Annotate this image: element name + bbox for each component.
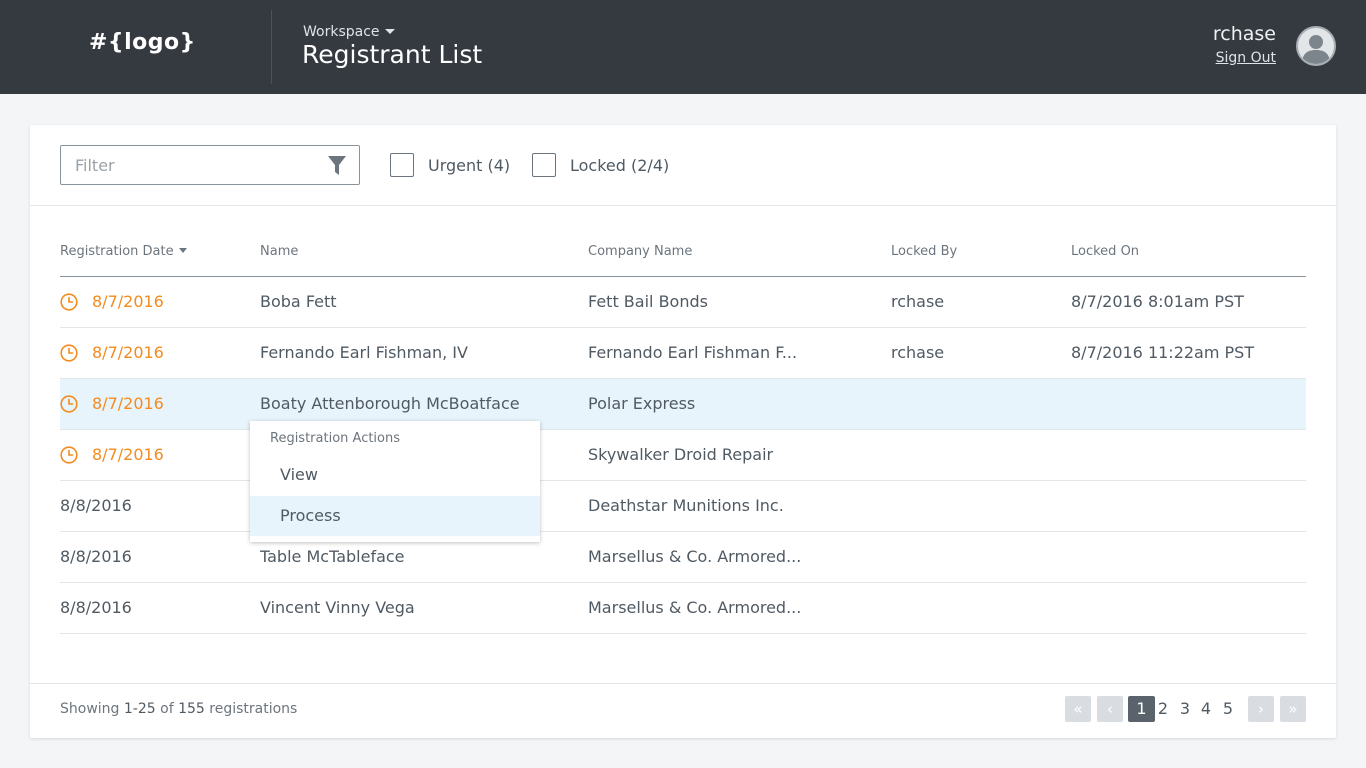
first-page-button[interactable]: « — [1065, 696, 1091, 722]
summary-suffix: registrations — [209, 701, 298, 717]
header-divider — [271, 10, 272, 84]
table-row[interactable]: 8/7/2016 Fernando Earl Fishman, IV Fernand… — [60, 328, 1306, 379]
cell-registration-date: 8/7/2016 — [92, 292, 164, 311]
column-header-locked-by[interactable]: Locked By — [891, 244, 957, 259]
locked-checkbox-label: Locked (2/4) — [570, 155, 670, 175]
cell-company-name: Skywalker Droid Repair — [588, 445, 774, 464]
menu-item-view[interactable]: View — [250, 455, 540, 495]
urgent-clock-icon — [60, 395, 78, 413]
registration-actions-menu: Registration Actions View Process — [250, 421, 540, 542]
column-header-locked-on[interactable]: Locked On — [1071, 244, 1139, 259]
page-title: Registrant List — [302, 40, 483, 69]
summary-total: 155 — [178, 701, 205, 717]
last-page-button[interactable]: » — [1280, 696, 1306, 722]
table-row[interactable]: 8/8/2016 Deathstar Munitions Inc. — [60, 481, 1306, 532]
next-page-button[interactable]: › — [1248, 696, 1274, 722]
cell-company-name: Marsellus & Co. Armored... — [588, 598, 802, 617]
cell-name: Boba Fett — [260, 292, 337, 311]
summary-prefix: Showing — [60, 701, 120, 717]
column-header-registration-date[interactable]: Registration Date — [60, 244, 187, 259]
table-row[interactable]: 8/7/2016 Skywalker Droid Repair — [60, 430, 1306, 481]
user-silhouette-icon — [1302, 35, 1330, 64]
cell-name: Boaty Attenborough McBoatface — [260, 394, 520, 413]
page-2-button[interactable]: 2 — [1154, 696, 1172, 722]
cell-locked-on: 8/7/2016 8:01am PST — [1071, 292, 1244, 311]
workspace-label: Workspace — [303, 24, 380, 40]
cell-company-name: Fernando Earl Fishman F... — [588, 343, 798, 362]
summary-range: 1-25 — [123, 701, 156, 717]
registrant-list-card: Urgent (4) Locked (2/4) Registration Dat… — [30, 125, 1336, 738]
cell-company-name: Marsellus & Co. Armored... — [588, 547, 802, 566]
logo[interactable]: #{logo} — [89, 30, 196, 55]
cell-locked-by: rchase — [891, 343, 945, 362]
page-1-button[interactable]: 1 — [1128, 696, 1155, 722]
funnel-icon[interactable] — [327, 155, 347, 177]
cell-company-name: Polar Express — [588, 394, 696, 413]
username: rchase — [1212, 23, 1276, 45]
cell-registration-date: 8/8/2016 — [60, 547, 132, 566]
table-row[interactable]: 8/7/2016 Boba Fett Fett Bail Bonds rchase 8/… — [60, 277, 1306, 328]
cell-registration-date: 8/7/2016 — [92, 445, 164, 464]
user-avatar-icon[interactable] — [1296, 26, 1336, 66]
locked-checkbox-box[interactable] — [532, 153, 556, 177]
page-5-button[interactable]: 5 — [1219, 696, 1237, 722]
page-4-button[interactable]: 4 — [1197, 696, 1215, 722]
table-header: Registration Date Name Company Name Lock… — [60, 235, 1306, 277]
table-row[interactable]: 8/8/2016 Vincent Vinny Vega Marsellus & Co… — [60, 583, 1306, 634]
urgent-clock-icon — [60, 344, 78, 362]
summary-of: of — [160, 701, 174, 717]
column-header-label: Registration Date — [60, 244, 174, 259]
filter-input[interactable] — [61, 146, 321, 184]
page-3-button[interactable]: 3 — [1176, 696, 1194, 722]
cell-company-name: Fett Bail Bonds — [588, 292, 708, 311]
menu-item-process[interactable]: Process — [250, 496, 540, 536]
column-header-company-name[interactable]: Company Name — [588, 244, 692, 259]
cell-locked-by: rchase — [891, 292, 945, 311]
filter-field[interactable] — [60, 145, 360, 185]
column-header-name[interactable]: Name — [260, 244, 298, 259]
cell-locked-on: 8/7/2016 11:22am PST — [1071, 343, 1255, 362]
urgent-clock-icon — [60, 293, 78, 311]
locked-checkbox[interactable]: Locked (2/4) — [532, 153, 669, 177]
sort-descending-icon — [178, 248, 187, 253]
table-row[interactable]: 8/7/2016 Boaty Attenborough McBoatface Pol… — [60, 379, 1306, 430]
cell-registration-date: 8/7/2016 — [92, 343, 164, 362]
table-row[interactable]: 8/8/2016 Table McTableface Marsellus & Co.… — [60, 532, 1306, 583]
table-body: 8/7/2016 Boba Fett Fett Bail Bonds rchase 8/… — [60, 277, 1306, 634]
cell-registration-date: 8/8/2016 — [60, 598, 132, 617]
cell-registration-date: 8/8/2016 — [60, 496, 132, 515]
urgent-checkbox-box[interactable] — [390, 153, 414, 177]
cell-name: Fernando Earl Fishman, IV — [260, 343, 468, 362]
caret-down-icon — [384, 28, 395, 34]
previous-page-button[interactable]: ‹ — [1097, 696, 1123, 722]
urgent-checkbox-label: Urgent (4) — [428, 155, 511, 175]
sign-out-link[interactable]: Sign Out — [1216, 50, 1276, 66]
results-summary: Showing 1-25 of 155 registrations — [60, 701, 297, 717]
cell-name: Vincent Vinny Vega — [260, 598, 415, 617]
footer-divider — [30, 683, 1336, 684]
toolbar-divider — [30, 205, 1336, 206]
menu-title: Registration Actions — [270, 431, 401, 446]
urgent-checkbox[interactable]: Urgent (4) — [390, 153, 510, 177]
cell-registration-date: 8/7/2016 — [92, 394, 164, 413]
cell-name: Table McTableface — [260, 547, 405, 566]
app-header: #{logo} Workspace Registrant List rchase… — [0, 0, 1366, 94]
cell-company-name: Deathstar Munitions Inc. — [588, 496, 784, 515]
workspace-dropdown[interactable]: Workspace — [303, 24, 395, 40]
urgent-clock-icon — [60, 446, 78, 464]
